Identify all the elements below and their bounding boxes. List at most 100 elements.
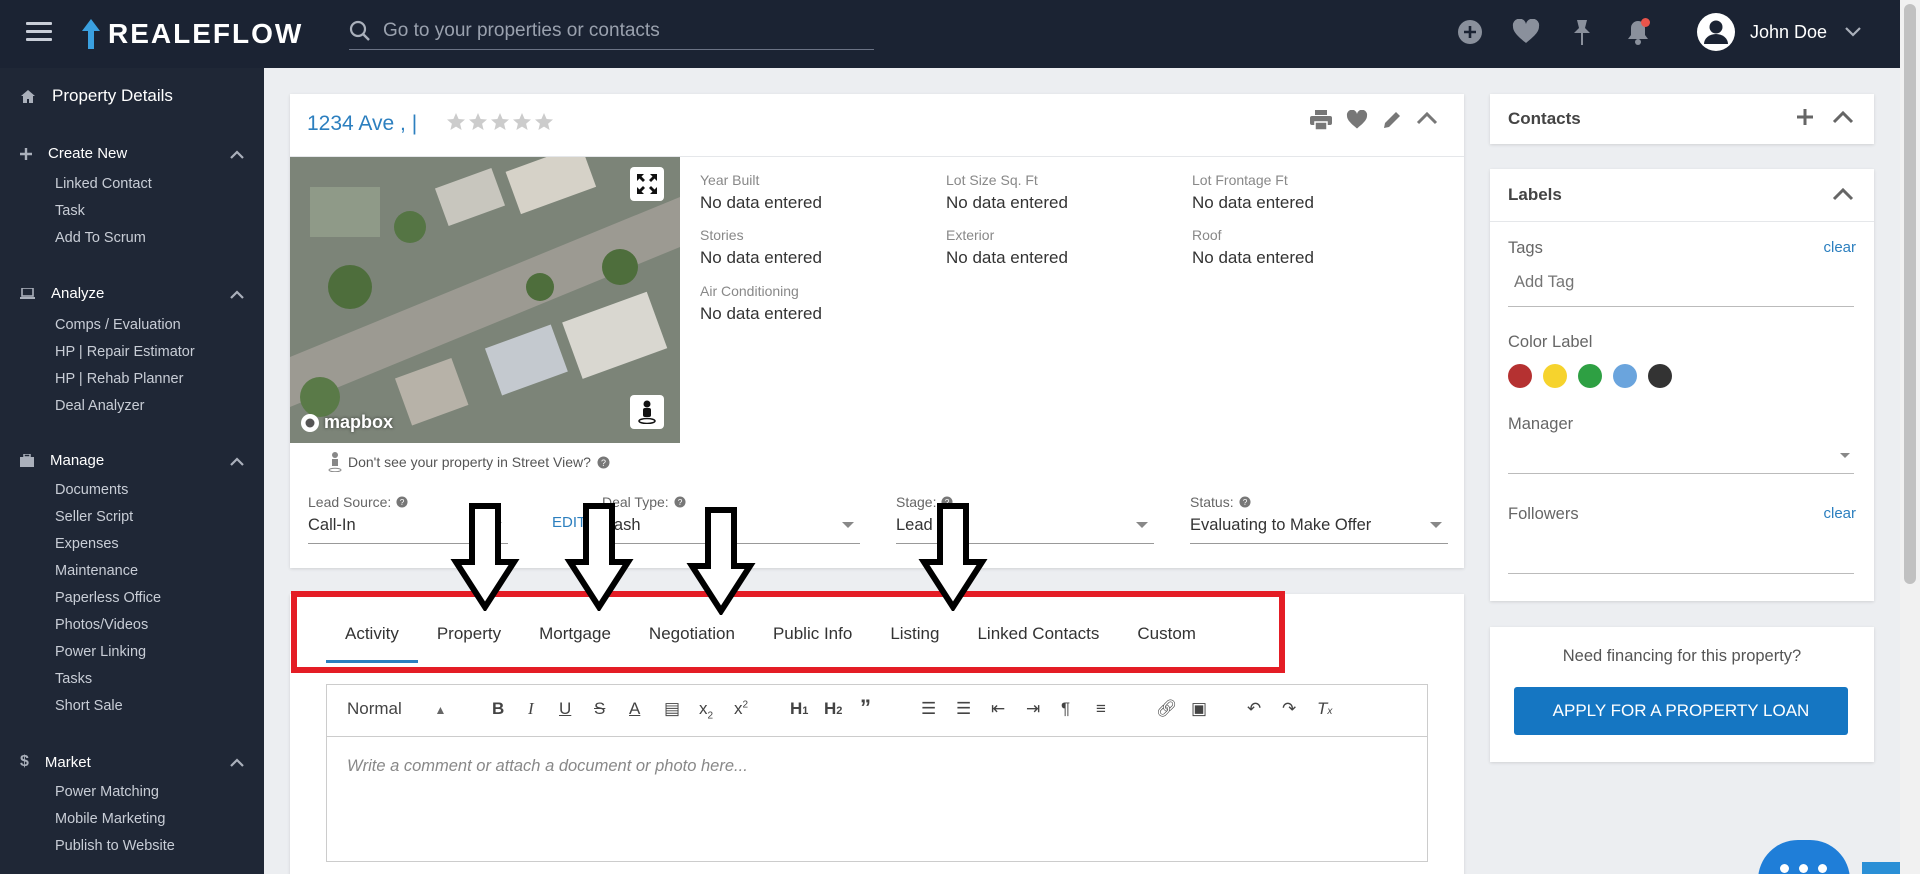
page-scrollbar[interactable] — [1900, 0, 1920, 874]
sidebar-item-publish-to-website[interactable]: Publish to Website — [55, 838, 175, 854]
link-icon[interactable]: 🔗︎ — [1156, 699, 1178, 719]
blockquote-icon[interactable]: ” — [860, 695, 871, 721]
add-tag-input[interactable] — [1514, 273, 1834, 292]
chevron-up-icon[interactable] — [1832, 187, 1854, 201]
clear-format-icon[interactable]: Tx — [1317, 699, 1332, 719]
sidebar-item-repair-estimator[interactable]: HP | Repair Estimator — [55, 344, 195, 360]
help-icon[interactable]: ? — [1239, 496, 1251, 508]
menu-icon[interactable] — [26, 22, 52, 42]
sidebar-section-create-new[interactable]: Create New — [20, 145, 127, 162]
sidebar-property-details[interactable]: Property Details — [20, 86, 173, 106]
star-rating[interactable] — [446, 112, 554, 132]
tags-clear-link[interactable]: clear — [1823, 239, 1856, 256]
sidebar-item-linked-contact[interactable]: Linked Contact — [55, 176, 152, 192]
color-swatch-green[interactable] — [1578, 364, 1602, 388]
help-icon[interactable]: ? — [674, 496, 686, 508]
help-icon[interactable]: ? — [396, 496, 408, 508]
apply-loan-button[interactable]: APPLY FOR A PROPERTY LOAN — [1514, 687, 1848, 735]
dollar-icon: $ — [20, 753, 29, 770]
sidebar-section-manage[interactable]: Manage — [20, 452, 104, 469]
status-select[interactable]: Status: ? Evaluating to Make Offer — [1190, 494, 1448, 544]
favorites-heart-icon[interactable] — [1512, 18, 1540, 46]
sidebar-item-documents[interactable]: Documents — [55, 482, 128, 498]
redo-icon[interactable]: ↷ — [1282, 699, 1296, 719]
bold-icon[interactable]: B — [492, 699, 504, 719]
highlight-icon[interactable]: ▤ — [664, 699, 680, 719]
pin-icon[interactable] — [1568, 18, 1596, 46]
comment-input[interactable]: Write a comment or attach a document or … — [327, 737, 1427, 796]
star-icon[interactable] — [512, 112, 532, 132]
subscript-icon[interactable]: x2 — [699, 699, 713, 721]
format-select[interactable]: Normal ▲︎ — [347, 699, 446, 719]
star-icon[interactable] — [446, 112, 466, 132]
color-swatch-red[interactable] — [1508, 364, 1532, 388]
star-icon[interactable] — [490, 112, 510, 132]
followers-input[interactable] — [1508, 529, 1854, 563]
sidebar-item-power-linking[interactable]: Power Linking — [55, 644, 146, 660]
strikethrough-icon[interactable]: S — [594, 699, 605, 719]
chevron-up-icon[interactable] — [1416, 110, 1438, 126]
help-widget-tab[interactable] — [1862, 862, 1900, 874]
search-input[interactable] — [383, 19, 843, 42]
sidebar-item-power-matching[interactable]: Power Matching — [55, 784, 159, 800]
sidebar-item-mobile-marketing[interactable]: Mobile Marketing — [55, 811, 165, 827]
sidebar-item-tasks[interactable]: Tasks — [55, 671, 92, 687]
notifications-bell-icon[interactable] — [1624, 18, 1652, 46]
sidebar-item-comps-evaluation[interactable]: Comps / Evaluation — [55, 317, 181, 333]
followers-clear-link[interactable]: clear — [1823, 505, 1856, 522]
sidebar-item-expenses[interactable]: Expenses — [55, 536, 119, 552]
color-swatch-yellow[interactable] — [1543, 364, 1567, 388]
underline-icon[interactable]: U — [559, 699, 571, 719]
svg-text:?: ? — [677, 497, 682, 507]
sidebar-section-market[interactable]: $ Market — [20, 753, 91, 771]
chevron-up-icon[interactable] — [1832, 110, 1854, 124]
sidebar-item-photos-videos[interactable]: Photos/Videos — [55, 617, 148, 633]
color-swatch-blue[interactable] — [1613, 364, 1637, 388]
star-icon[interactable] — [468, 112, 488, 132]
chevron-up-icon[interactable] — [230, 290, 244, 300]
search-bar[interactable] — [349, 12, 874, 50]
edit-pencil-icon[interactable] — [1382, 110, 1402, 130]
heading2-icon[interactable]: H2 — [824, 699, 842, 719]
chevron-up-icon[interactable] — [230, 758, 244, 768]
sidebar-item-short-sale[interactable]: Short Sale — [55, 698, 123, 714]
text-color-icon[interactable]: A — [629, 699, 640, 719]
image-icon[interactable]: ▣ — [1191, 699, 1207, 719]
add-icon[interactable] — [1456, 18, 1484, 46]
manager-select[interactable] — [1508, 439, 1854, 473]
text-direction-icon[interactable]: ¶ — [1061, 699, 1070, 719]
indent-icon[interactable]: ⇥ — [1026, 699, 1040, 719]
sidebar-item-paperless-office[interactable]: Paperless Office — [55, 590, 161, 606]
sidebar-item-rehab-planner[interactable]: HP | Rehab Planner — [55, 371, 183, 387]
undo-icon[interactable]: ↶ — [1247, 699, 1261, 719]
sidebar-item-seller-script[interactable]: Seller Script — [55, 509, 133, 525]
star-icon[interactable] — [534, 112, 554, 132]
italic-icon[interactable]: I — [528, 699, 534, 719]
heading1-icon[interactable]: H1 — [790, 699, 808, 719]
align-icon[interactable]: ≡ — [1096, 699, 1106, 719]
superscript-icon[interactable]: x2 — [734, 699, 748, 719]
user-menu[interactable]: John Doe — [1696, 12, 1861, 52]
sidebar-section-analyze[interactable]: Analyze — [20, 285, 104, 302]
color-swatch-black[interactable] — [1648, 364, 1672, 388]
fullscreen-button[interactable] — [630, 167, 664, 201]
app-logo[interactable]: REALEFLOW — [80, 14, 303, 54]
sidebar-item-maintenance[interactable]: Maintenance — [55, 563, 138, 579]
street-view-button[interactable] — [630, 395, 664, 429]
labels-card: Labels Tags clear Color Label Manager Fo… — [1490, 169, 1874, 601]
street-view-note[interactable]: Don't see your property in Street View? … — [328, 452, 610, 472]
outdent-icon[interactable]: ⇤ — [991, 699, 1005, 719]
plus-icon[interactable] — [1796, 108, 1814, 126]
chevron-up-icon[interactable] — [230, 457, 244, 467]
sidebar-item-deal-analyzer[interactable]: Deal Analyzer — [55, 398, 144, 414]
help-icon[interactable]: ? — [597, 456, 610, 469]
chevron-up-icon[interactable] — [230, 150, 244, 160]
heart-icon[interactable] — [1346, 110, 1368, 130]
bullet-list-icon[interactable]: ☰ — [956, 699, 971, 719]
print-icon[interactable] — [1310, 110, 1332, 130]
aerial-map[interactable]: mapbox — [290, 157, 680, 443]
chat-widget-button[interactable] — [1758, 840, 1850, 874]
ordered-list-icon[interactable]: ☰ — [921, 699, 936, 719]
sidebar-item-add-to-scrum[interactable]: Add To Scrum — [55, 230, 146, 246]
sidebar-item-task[interactable]: Task — [55, 203, 85, 219]
